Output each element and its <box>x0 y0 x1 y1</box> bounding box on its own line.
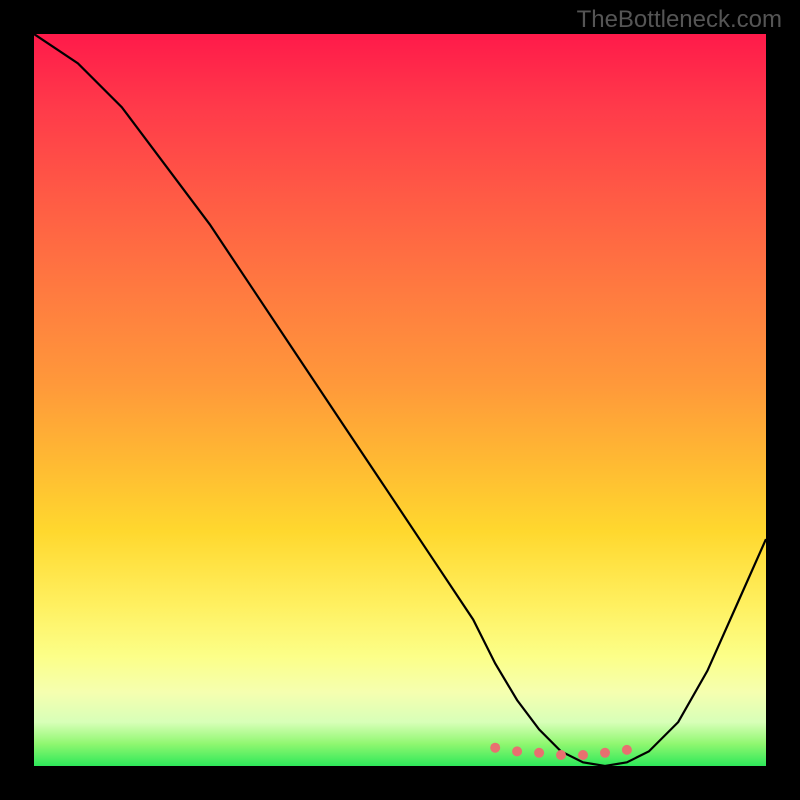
marker-dot <box>512 746 522 756</box>
optimal-zone-markers <box>490 743 632 760</box>
marker-dot <box>622 745 632 755</box>
marker-dot <box>490 743 500 753</box>
bottleneck-curve <box>34 34 766 766</box>
marker-dot <box>600 748 610 758</box>
watermark-text: TheBottleneck.com <box>577 6 782 34</box>
marker-dot <box>556 750 566 760</box>
plot-area <box>34 34 766 766</box>
chart-svg <box>34 34 766 766</box>
marker-dot <box>578 750 588 760</box>
marker-dot <box>534 748 544 758</box>
